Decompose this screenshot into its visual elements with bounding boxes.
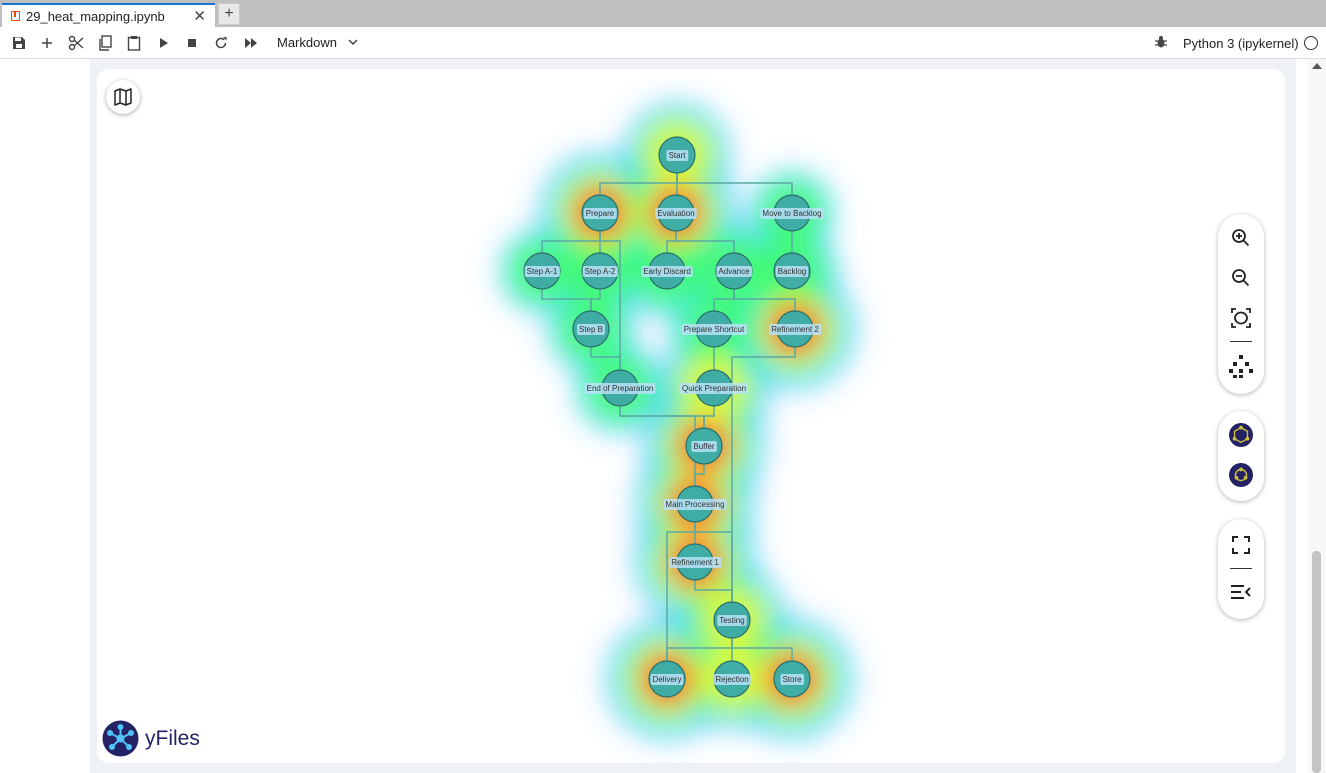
- restart-button[interactable]: [212, 34, 230, 52]
- fullscreen-icon: [1232, 536, 1250, 554]
- stop-icon: [188, 39, 196, 47]
- close-tab-icon[interactable]: ✕: [193, 9, 206, 24]
- graph-node-step-a2[interactable]: Step A-2: [581, 252, 619, 290]
- node-label: Refinement 1: [671, 558, 719, 567]
- graph-node-buffer[interactable]: Buffer: [685, 427, 723, 465]
- bug-icon[interactable]: [1154, 35, 1168, 49]
- node-label: Store: [782, 675, 802, 684]
- node-label: Step B: [579, 325, 603, 334]
- collapse-menu-icon: [1231, 585, 1251, 599]
- node-label: Testing: [719, 616, 744, 625]
- brand-name: yFiles: [145, 726, 200, 750]
- run-button[interactable]: [155, 34, 173, 52]
- cut-button[interactable]: [67, 34, 85, 52]
- zoom-in-button[interactable]: [1229, 226, 1253, 250]
- insert-cell-button[interactable]: [38, 34, 56, 52]
- yfiles-logo-icon: [102, 720, 139, 757]
- scroll-up-icon[interactable]: [1312, 63, 1322, 69]
- node-label: Buffer: [693, 442, 715, 451]
- node-label: Delivery: [653, 675, 682, 684]
- interrupt-button[interactable]: [183, 34, 201, 52]
- notebook-icon: [11, 11, 20, 21]
- view-panel: [1218, 519, 1264, 619]
- graph-node-step-b[interactable]: Step B: [572, 310, 610, 348]
- node-label: Backlog: [778, 267, 806, 276]
- node-label: Step A-1: [527, 267, 558, 276]
- node-label: End of Preparation: [587, 384, 654, 393]
- paste-button[interactable]: [125, 34, 143, 52]
- scissors-icon: [68, 35, 84, 51]
- copy-icon: [99, 35, 112, 51]
- graph-node-store[interactable]: Store: [773, 660, 811, 698]
- scroll-thumb[interactable]: [1312, 551, 1321, 773]
- node-label: Rejection: [715, 675, 748, 684]
- layout-button[interactable]: [1229, 354, 1253, 378]
- neighborhood-button[interactable]: [1229, 423, 1253, 447]
- graph-node-testing[interactable]: Testing: [713, 601, 751, 639]
- zoom-out-button[interactable]: [1229, 266, 1253, 290]
- node-label: Early Discard: [643, 267, 691, 276]
- graph-canvas[interactable]: Start Prepare Evaluation Move to Backlog Ste…: [97, 69, 1285, 763]
- map-icon: [114, 88, 132, 106]
- side-panel-button[interactable]: [1229, 580, 1253, 604]
- notebook-toolbar: Markdown Python 3 (ipykernel): [0, 27, 1326, 59]
- node-label: Evaluation: [657, 209, 694, 218]
- vertical-scrollbar[interactable]: [1308, 59, 1326, 773]
- neighborhood-icon: [1229, 423, 1253, 447]
- node-label: Main Processing: [665, 500, 724, 509]
- node-label: Quick Preparation: [682, 384, 746, 393]
- copy-button[interactable]: [96, 34, 114, 52]
- filter-button[interactable]: [1229, 463, 1253, 487]
- kernel-status-icon: [1304, 36, 1318, 50]
- zoom-out-icon: [1232, 269, 1250, 287]
- fit-content-button[interactable]: [1229, 306, 1253, 330]
- fast-forward-icon: [245, 38, 257, 48]
- node-label: Refinement 2: [771, 325, 819, 334]
- panel-separator: [1230, 568, 1252, 569]
- panel-separator: [1230, 341, 1252, 342]
- play-icon: [160, 38, 168, 48]
- node-label: Advance: [718, 267, 750, 276]
- graph-node-delivery[interactable]: Delivery: [648, 660, 686, 698]
- neighborhood-panel: [1218, 411, 1264, 501]
- yfiles-logo: yFiles: [102, 720, 200, 757]
- node-label: Start: [669, 151, 687, 160]
- node-label: Step A-2: [585, 267, 616, 276]
- clipboard-icon: [127, 36, 141, 51]
- plus-icon: [42, 38, 52, 48]
- new-tab-button[interactable]: +: [218, 3, 240, 25]
- zoom-panel: [1218, 214, 1264, 394]
- graph-node-step-a1[interactable]: Step A-1: [523, 252, 561, 290]
- tab-title: 29_heat_mapping.ipynb: [26, 8, 165, 24]
- zoom-in-icon: [1232, 229, 1250, 247]
- fit-content-icon: [1231, 308, 1251, 328]
- node-label: Prepare: [586, 209, 615, 218]
- graph-node-advance[interactable]: Advance: [715, 252, 753, 290]
- graph-node-backlog[interactable]: Backlog: [773, 252, 811, 290]
- hierarchic-layout-icon: [1229, 355, 1253, 378]
- notebook-tab[interactable]: 29_heat_mapping.ipynb ✕: [2, 3, 215, 27]
- restart-run-all-button[interactable]: [242, 34, 260, 52]
- filter-icon: [1229, 463, 1253, 487]
- save-icon: [13, 37, 25, 49]
- cell-type-select[interactable]: Markdown: [277, 35, 337, 50]
- fullscreen-button[interactable]: [1229, 533, 1253, 557]
- node-label: Move to Backlog: [762, 209, 821, 218]
- overview-toggle-button[interactable]: [106, 80, 140, 114]
- graph-node-rejection[interactable]: Rejection: [713, 660, 751, 698]
- save-button[interactable]: [10, 34, 28, 52]
- graph-node-prepare[interactable]: Prepare: [581, 194, 619, 232]
- graph-widget: Start Prepare Evaluation Move to Backlog Ste…: [97, 69, 1285, 763]
- kernel-name[interactable]: Python 3 (ipykernel): [1183, 36, 1299, 51]
- node-label: Prepare Shortcut: [684, 325, 745, 334]
- refresh-icon: [215, 37, 227, 49]
- tab-bar: 29_heat_mapping.ipynb ✕ +: [0, 0, 1326, 27]
- graph-node-start[interactable]: Start: [658, 136, 696, 174]
- chevron-down-icon[interactable]: [347, 36, 359, 48]
